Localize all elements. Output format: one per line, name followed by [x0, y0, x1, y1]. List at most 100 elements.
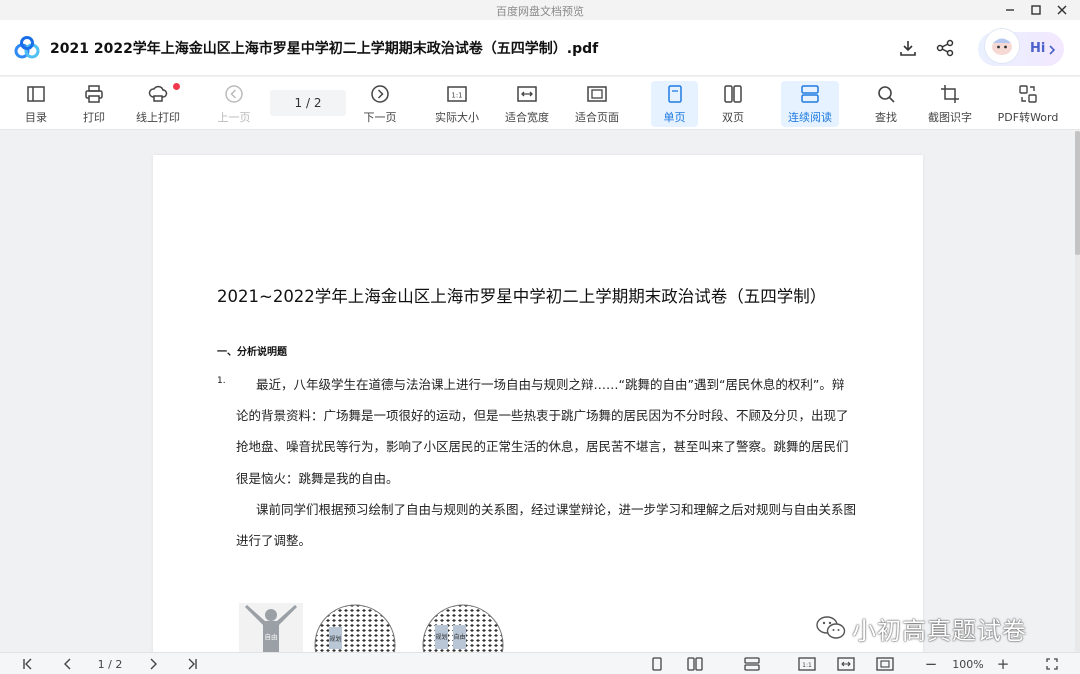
fit-width-icon: [837, 657, 855, 671]
minimize-icon: [1006, 9, 1014, 11]
pdf-to-word-button[interactable]: PDF转Word: [994, 81, 1062, 127]
cloud-print-icon: [148, 85, 168, 102]
continuous-small-button[interactable]: [743, 656, 761, 672]
online-print-label: 线上打印: [136, 111, 180, 124]
double-page-small-button[interactable]: [686, 656, 704, 672]
chevron-left-icon: [64, 658, 71, 670]
download-button[interactable]: [896, 36, 920, 60]
fullscreen-button[interactable]: [1043, 656, 1061, 672]
continuous-scroll-icon: [801, 85, 819, 103]
download-icon: [900, 41, 916, 56]
first-page-button[interactable]: [20, 656, 36, 672]
double-page-label: 双页: [722, 111, 744, 124]
document-title: 2021 2022学年上海金山区上海市罗星中学初二上学期期末政治试卷（五四学制）…: [50, 41, 599, 57]
wechat-logo-icon: [816, 616, 846, 639]
freedom-person-figure: 自由: [239, 603, 303, 652]
fit-width-icon: [517, 86, 537, 102]
chevron-right-icon: [150, 658, 157, 670]
fit-width-label: 适合宽度: [505, 111, 549, 124]
continuous-reading-label: 连续阅读: [788, 111, 832, 124]
svg-text:1:1: 1:1: [451, 92, 462, 100]
ai-assistant-button[interactable]: Hi: [978, 28, 1064, 66]
zoom-in-button[interactable]: +: [994, 655, 1012, 673]
fit-page-small-button[interactable]: [875, 656, 895, 672]
question-paragraph: 课前同学们根据预习绘制了自由与规则的关系图，经过课堂辩论，进一步学习和理解之后对…: [236, 502, 857, 549]
page-number-input[interactable]: 1 / 2: [270, 90, 346, 116]
app-title: 百度网盘文档预览: [496, 5, 584, 18]
document-viewport[interactable]: 2021~2022学年上海金山区上海市罗星中学初二上学期期末政治试卷（五四学制）…: [0, 131, 1080, 652]
screenshot-ocr-label: 截图识字: [928, 111, 972, 124]
fit-page-label: 适合页面: [575, 111, 619, 124]
svg-text:1:1: 1:1: [802, 662, 812, 669]
document-header: 2021 2022学年上海金山区上海市罗星中学初二上学期期末政治试卷（五四学制）…: [0, 20, 1080, 76]
maximize-button[interactable]: [1022, 0, 1050, 20]
first-page-icon: [23, 658, 32, 670]
actual-size-icon: 1:1: [447, 86, 467, 102]
share-button[interactable]: [933, 36, 957, 60]
rule-circle-figure: 规划: [314, 604, 396, 652]
double-page-button[interactable]: 双页: [710, 81, 756, 127]
circle1-label: 规划: [329, 635, 341, 643]
crop-icon: [941, 85, 959, 103]
single-page-label: 单页: [663, 111, 686, 124]
prev-page-label: 上一页: [217, 111, 251, 124]
actual-size-button[interactable]: 1:1 实际大小: [430, 81, 484, 127]
close-button[interactable]: [1048, 0, 1076, 20]
screenshot-ocr-button[interactable]: 截图识字: [922, 81, 978, 127]
viewer-toolbar: 目录 打印 线上打印 上一页 1 / 2 下一页 1:1 实际大小 适合宽度 适…: [0, 77, 1080, 130]
page-indicator[interactable]: 1 / 2: [88, 656, 132, 672]
share-icon: [936, 39, 954, 57]
double-page-icon: [687, 657, 703, 671]
maximize-icon: [1031, 5, 1041, 15]
notification-badge: [173, 83, 180, 90]
baidu-netdisk-logo-icon: [14, 36, 40, 59]
single-page-small-button[interactable]: [649, 656, 665, 672]
question-number: 1.: [217, 376, 226, 386]
person-label: 自由: [265, 632, 278, 641]
next-page-small-button[interactable]: [145, 656, 161, 672]
next-page-button[interactable]: 下一页: [358, 81, 402, 127]
zoom-level: 100%: [952, 657, 984, 671]
zoom-out-button[interactable]: −: [922, 655, 940, 673]
ai-greeting-label: Hi: [1030, 41, 1046, 56]
vertical-scrollbar[interactable]: [1075, 131, 1080, 652]
watermark-text: 小初高真题试卷: [852, 616, 1027, 645]
watermark: 小初高真题试卷: [816, 613, 1027, 645]
scrollbar-thumb[interactable]: [1075, 131, 1080, 255]
chevron-right-circle-icon: [371, 85, 389, 103]
double-page-icon: [724, 85, 742, 103]
pdf-to-word-label: PDF转Word: [997, 111, 1059, 124]
catalog-button[interactable]: 目录: [16, 81, 56, 127]
continuous-reading-button[interactable]: 连续阅读: [781, 81, 839, 127]
status-bar: 1 / 2 1:1 − 100% +: [0, 652, 1080, 674]
rule-freedom-circle-figure: 规划 自由: [422, 604, 504, 652]
fit-width-small-button[interactable]: [836, 656, 856, 672]
catalog-label: 目录: [25, 111, 47, 124]
printer-icon: [85, 85, 103, 103]
prev-page-button[interactable]: 上一页: [212, 81, 256, 127]
question-paragraph: 最近，八年级学生在道德与法治课上进行一场自由与规则之辩……“跳舞的自由”遇到“居…: [236, 377, 849, 486]
find-label: 查找: [875, 111, 897, 124]
catalog-icon: [27, 86, 45, 102]
last-page-button[interactable]: [184, 656, 200, 672]
search-icon: [878, 86, 895, 103]
fit-width-button[interactable]: 适合宽度: [500, 81, 554, 127]
print-button[interactable]: 打印: [74, 81, 114, 127]
minimize-button[interactable]: [996, 0, 1024, 20]
last-page-icon: [188, 658, 197, 670]
fit-page-button[interactable]: 适合页面: [570, 81, 624, 127]
actual-size-small-button[interactable]: 1:1: [797, 656, 817, 672]
find-button[interactable]: 查找: [864, 81, 908, 127]
window-title-bar: 百度网盘文档预览: [0, 0, 1080, 20]
circle2-label-a: 规划: [435, 633, 447, 641]
single-page-button[interactable]: 单页: [651, 81, 698, 127]
exam-title: 2021~2022学年上海金山区上海市罗星中学初二上学期期末政治试卷（五四学制）: [217, 287, 827, 306]
single-page-icon: [652, 657, 662, 671]
close-icon: [1057, 5, 1067, 15]
circle2-label-b: 自由: [453, 633, 465, 641]
prev-page-small-button[interactable]: [60, 656, 76, 672]
section-heading: 一、分析说明题: [217, 347, 287, 358]
pdf-page: 2021~2022学年上海金山区上海市罗星中学初二上学期期末政治试卷（五四学制）…: [153, 155, 923, 652]
print-label: 打印: [83, 111, 105, 124]
fullscreen-icon: [1046, 658, 1058, 670]
